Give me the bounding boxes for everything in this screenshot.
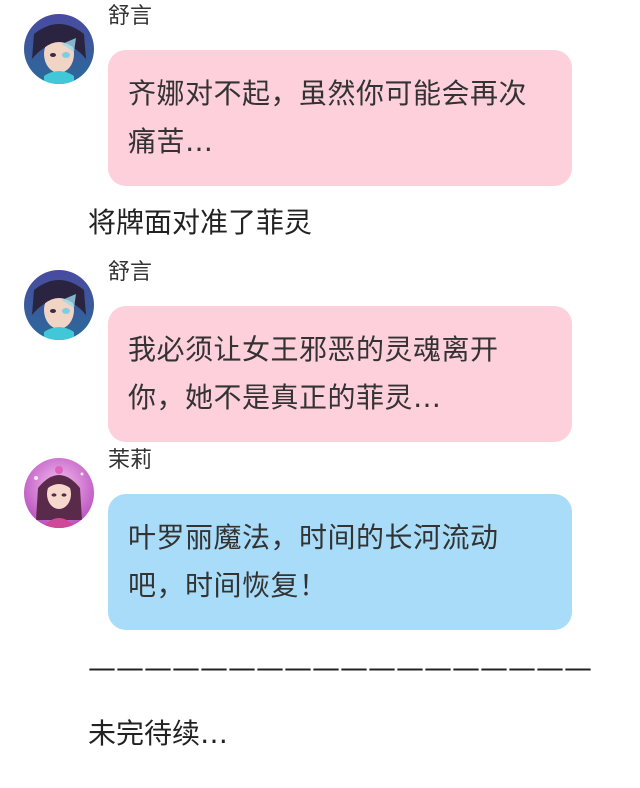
message-bubble: 我必须让女王邪恶的灵魂离开你，她不是真正的菲灵… bbox=[108, 306, 572, 442]
divider-line: —————————————————— bbox=[88, 651, 592, 684]
shuyan-avatar-icon[interactable] bbox=[24, 270, 94, 340]
shuyan-avatar-icon[interactable] bbox=[24, 14, 94, 84]
narration-text: 将牌面对准了菲灵 bbox=[88, 206, 313, 239]
message-bubble: 叶罗丽魔法，时间的长河流动吧，时间恢复！ bbox=[108, 494, 572, 630]
moli-avatar-icon[interactable] bbox=[24, 458, 94, 528]
ending-text: 未完待续… bbox=[88, 717, 229, 750]
message-bubble: 齐娜对不起，虽然你可能会再次痛苦… bbox=[108, 50, 572, 186]
sender-name: 茉莉 bbox=[108, 448, 153, 473]
sender-name: 舒言 bbox=[108, 4, 153, 29]
sender-name: 舒言 bbox=[108, 260, 153, 285]
